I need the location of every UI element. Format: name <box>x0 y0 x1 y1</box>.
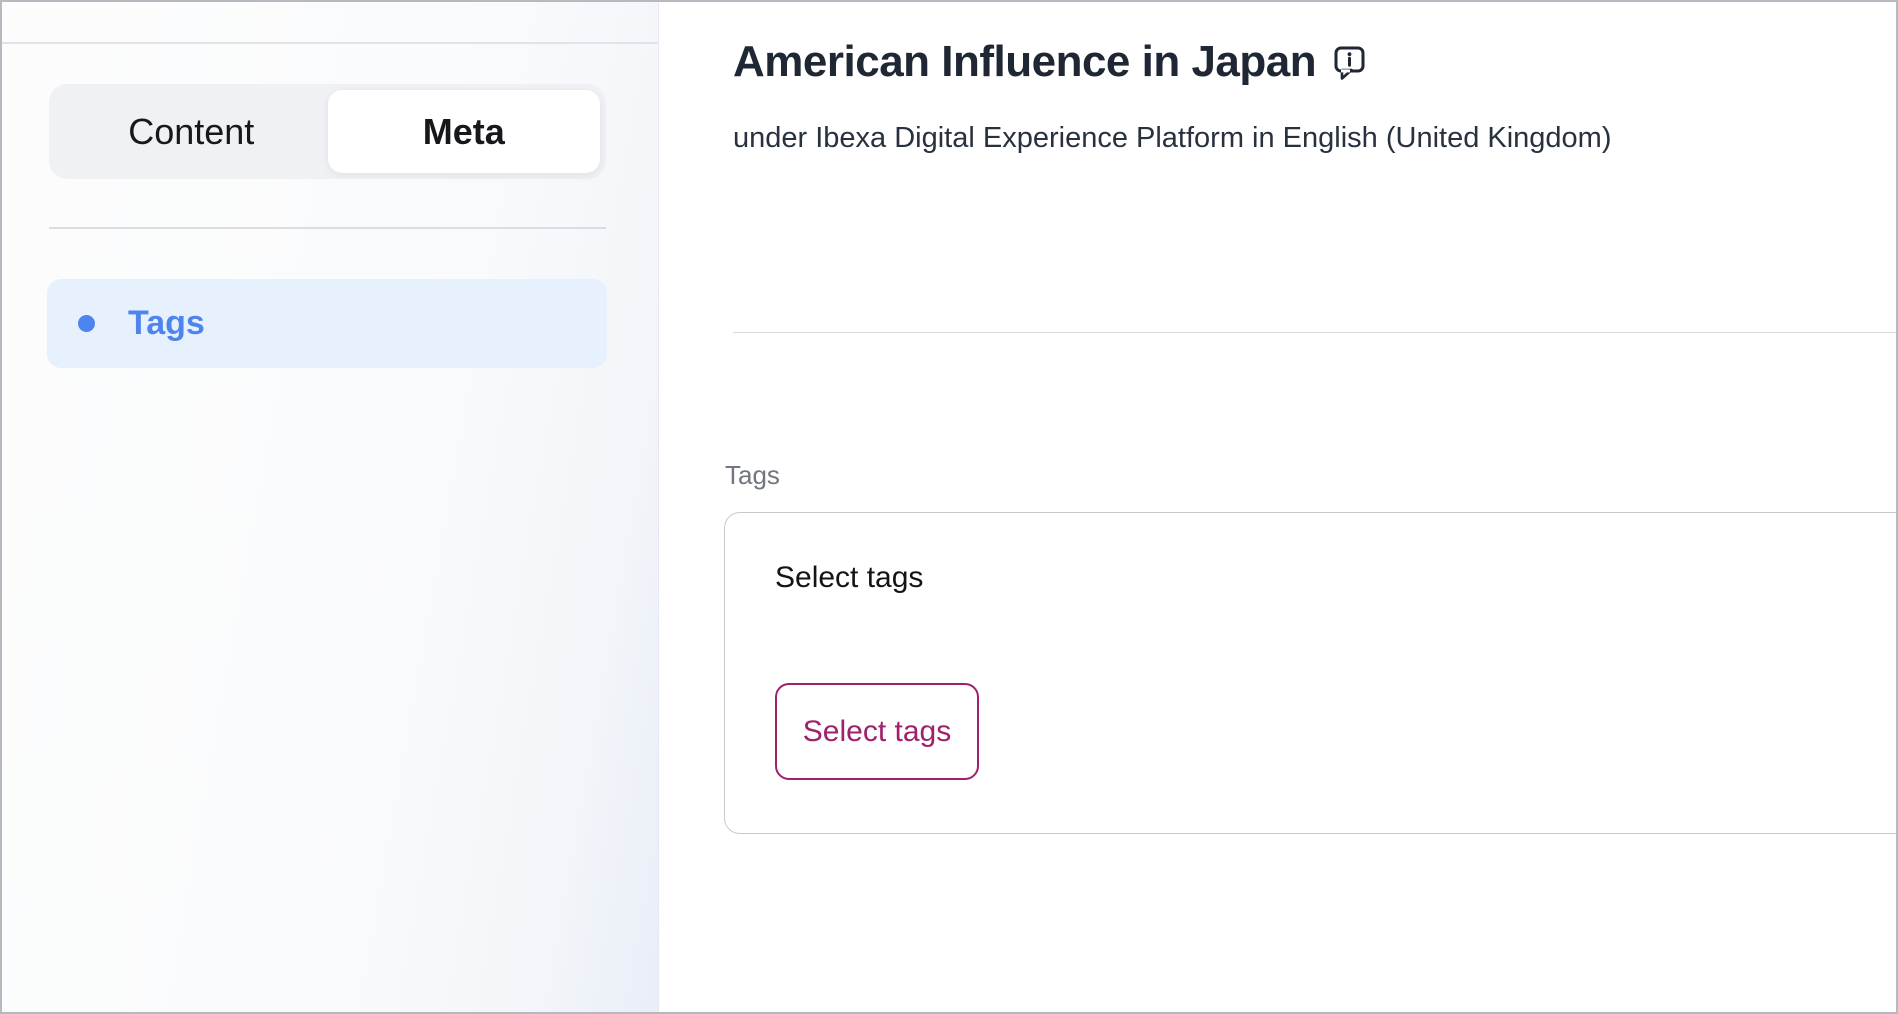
page-subtitle: under Ibexa Digital Experience Platform … <box>733 120 1612 158</box>
sidebar: Content Meta Tags <box>2 2 659 1012</box>
content-meta-toggle: Content Meta <box>49 84 606 179</box>
tags-field-empty-value: Select tags <box>775 561 1896 595</box>
tags-field-box: Select tags Select tags <box>724 512 1896 834</box>
field-label-tags: Tags <box>725 460 780 491</box>
sidebar-item-tags[interactable]: Tags <box>47 279 607 368</box>
tab-content[interactable]: Content <box>55 90 328 173</box>
tab-meta[interactable]: Meta <box>328 90 601 173</box>
main-divider <box>733 332 1896 333</box>
info-speech-bubble-icon[interactable] <box>1334 46 1366 86</box>
main-content: American Influence in Japan under Ibexa … <box>659 2 1896 1012</box>
sidebar-top-divider <box>2 42 658 44</box>
select-tags-button[interactable]: Select tags <box>775 683 979 780</box>
sidebar-divider <box>49 227 606 229</box>
bullet-dot-icon <box>78 315 95 332</box>
content-edit-window: Content Meta Tags American Influence in … <box>0 0 1898 1014</box>
title-row: American Influence in Japan <box>733 36 1876 88</box>
sidebar-item-label: Tags <box>128 304 205 343</box>
page-title: American Influence in Japan <box>733 36 1316 88</box>
